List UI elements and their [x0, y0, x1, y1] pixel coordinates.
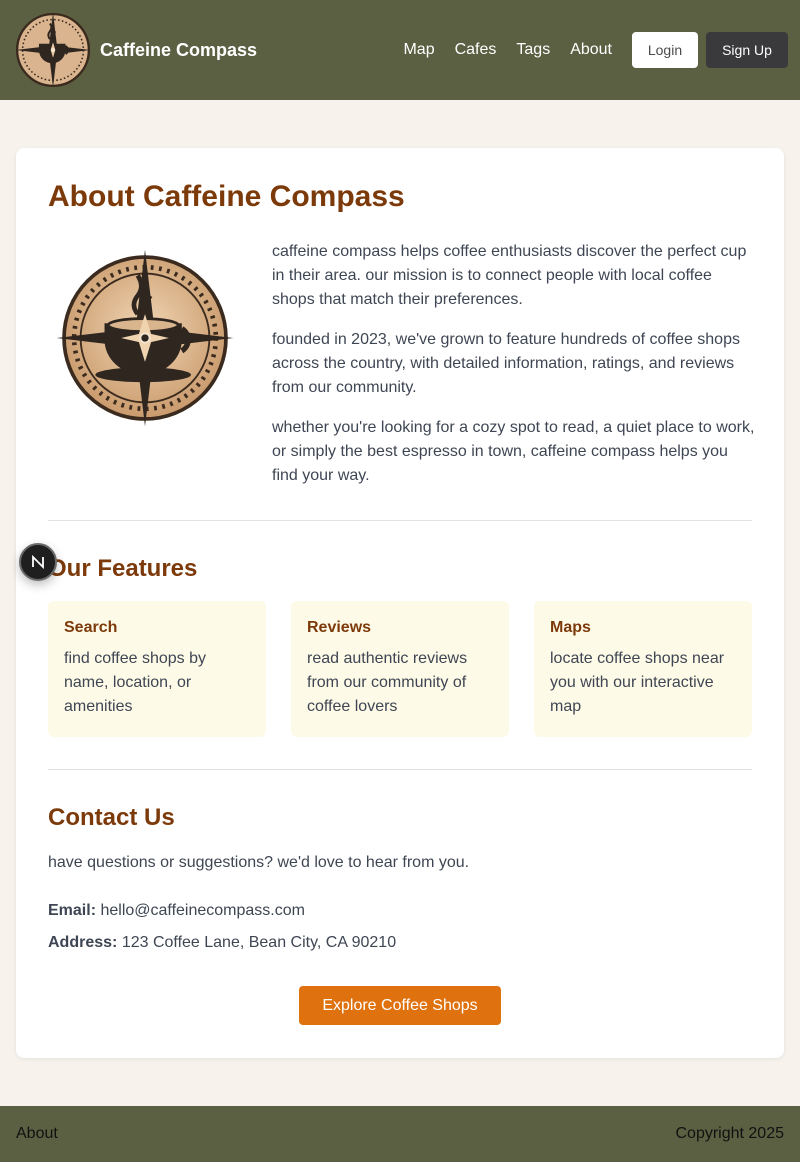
email-label: Email: — [48, 902, 97, 919]
contact-heading: Contact Us — [48, 804, 175, 831]
feature-card-reviews: Reviews read authentic reviews from our … — [291, 601, 509, 737]
feature-title: Maps — [550, 619, 591, 636]
n-badge-button[interactable] — [19, 543, 57, 581]
footer-copyright: Copyright 2025 — [675, 1125, 784, 1142]
contact-intro: have questions or suggestions? we'd love… — [48, 854, 470, 871]
section-divider — [48, 520, 752, 521]
about-description: caffeine compass helps coffee enthusiast… — [272, 240, 758, 504]
page-title: About Caffeine Compass — [48, 180, 405, 213]
compass-coffee-logo-icon — [56, 249, 234, 427]
feature-card-search: Search find coffee shops by name, locati… — [48, 601, 266, 737]
contact-email: Email: hello@caffeinecompass.com — [48, 902, 305, 920]
footer: About Copyright 2025 — [0, 1106, 800, 1162]
features-grid: Search find coffee shops by name, locati… — [48, 601, 752, 737]
nav-map-link[interactable]: Map — [403, 41, 434, 59]
about-paragraph: caffeine compass helps coffee enthusiast… — [272, 243, 747, 308]
nav-about-link[interactable]: About — [570, 41, 612, 59]
address-label: Address: — [48, 934, 118, 951]
brand-name[interactable]: Caffeine Compass — [100, 40, 257, 61]
login-button[interactable]: Login — [632, 32, 698, 68]
about-paragraph: founded in 2023, we've grown to feature … — [272, 331, 740, 396]
footer-about-link[interactable]: About — [16, 1125, 58, 1143]
feature-description: find coffee shops by name, location, or … — [64, 650, 207, 715]
brand[interactable]: Caffeine Compass — [14, 11, 257, 89]
n-logo-icon — [32, 554, 44, 570]
email-value[interactable]: hello@caffeinecompass.com — [100, 902, 305, 919]
feature-description: locate coffee shops near you with our in… — [550, 650, 725, 715]
feature-description: read authentic reviews from our communit… — [307, 650, 468, 715]
feature-card-maps: Maps locate coffee shops near you with o… — [534, 601, 752, 737]
feature-title: Reviews — [307, 619, 372, 636]
feature-title: Search — [64, 619, 118, 636]
contact-address: Address: 123 Coffee Lane, Bean City, CA … — [48, 934, 396, 952]
address-value: 123 Coffee Lane, Bean City, CA 90210 — [121, 934, 397, 951]
about-card: About Caffeine Compass caffeine compass … — [16, 148, 784, 1058]
about-paragraph: whether you're looking for a cozy spot t… — [272, 419, 755, 484]
section-divider — [48, 769, 752, 770]
nav-cafes-link[interactable]: Cafes — [455, 41, 497, 59]
compass-coffee-logo-icon — [15, 12, 91, 88]
features-heading: Our Features — [48, 555, 198, 582]
explore-coffee-shops-button[interactable]: Explore Coffee Shops — [299, 986, 501, 1025]
signup-button[interactable]: Sign Up — [706, 32, 788, 68]
main-nav: Map Cafes Tags About Login Sign Up — [403, 32, 788, 68]
top-navbar: Caffeine Compass Map Cafes Tags About Lo… — [0, 0, 800, 100]
nav-tags-link[interactable]: Tags — [516, 41, 550, 59]
